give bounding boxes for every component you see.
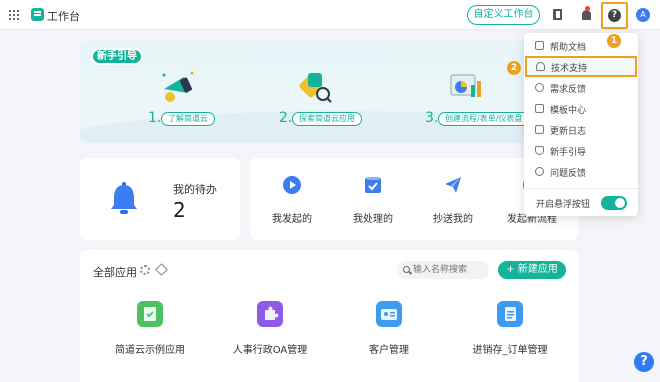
action-label: 我处理的: [353, 214, 393, 225]
app-name: 进销存_订单管理: [472, 345, 548, 356]
help-icon[interactable]: ?: [608, 9, 621, 22]
new-app-button[interactable]: + 新建应用: [498, 261, 566, 279]
action-label: 抄送我的: [433, 214, 473, 225]
todo-label: 我的待办: [173, 183, 217, 196]
float-button-toggle-label: 开启悬浮按钮: [536, 200, 591, 210]
app-tile[interactable]: 人事行政OA管理: [220, 301, 320, 356]
menu-item-label: 更新日志: [550, 127, 587, 137]
notebook-icon[interactable]: [551, 8, 565, 22]
customize-workspace-button[interactable]: 自定义工作台: [467, 5, 540, 25]
all-apps-title: 全部应用: [93, 266, 137, 279]
handled-by-me-button[interactable]: 我处理的: [343, 176, 403, 225]
check-inbox-icon: [365, 177, 381, 193]
menu-item-feature-request[interactable]: 需求反馈: [524, 78, 638, 99]
step-label[interactable]: 探索简道云应用: [292, 112, 362, 126]
step-number: 2.: [279, 110, 293, 126]
guide-step-1[interactable]: 1. 了解简道云: [148, 63, 288, 143]
app-id-card-icon: [376, 301, 402, 327]
app-puzzle-icon: [257, 301, 283, 327]
menu-item-label: 新手引导: [550, 148, 587, 158]
explore-magnifier-icon: [299, 73, 332, 103]
floating-help-button[interactable]: ?: [634, 352, 654, 372]
float-button-toggle[interactable]: [601, 196, 627, 210]
play-icon: [283, 176, 301, 194]
app-search-input[interactable]: [397, 261, 489, 279]
search-icon: [403, 266, 410, 273]
bell-icon: [111, 182, 137, 214]
book-icon: [535, 41, 544, 50]
headset-icon: [536, 62, 545, 71]
send-plane-icon: [445, 177, 461, 193]
initiated-by-me-button[interactable]: 我发起的: [262, 176, 322, 225]
menu-item-issue-report[interactable]: 问题反馈: [524, 162, 638, 183]
app-check-icon: [137, 301, 163, 327]
settings-gear-icon[interactable]: [140, 265, 150, 275]
app-title: 工作台: [47, 10, 80, 23]
step-label[interactable]: 创建流程/表单/仪表盘: [438, 112, 530, 126]
menu-item-label: 技术支持: [551, 64, 588, 74]
app-document-icon: [497, 301, 523, 327]
top-bar: 工作台 自定义工作台 ? A: [0, 0, 660, 30]
tag-icon[interactable]: [155, 263, 168, 276]
user-avatar[interactable]: A: [636, 8, 650, 22]
annotation-marker-2: 2: [507, 61, 521, 75]
annotation-marker-1: 1: [607, 34, 621, 48]
app-name: 客户管理: [369, 345, 409, 356]
all-apps-card: 全部应用 + 新建应用 简道云示例应用 人事行政OA管理 客户管理 进销存_订单…: [80, 250, 578, 382]
help-dropdown-menu: 帮助文档 技术支持 需求反馈 模板中心 更新日志 新手引导 问题反馈 开启悬浮按…: [524, 33, 638, 216]
app-tile[interactable]: 简道云示例应用: [100, 301, 200, 356]
onboarding-guide-banner: 新手引导 1. 了解简道云 2. 探索简道云应用 3. 创建流程/表单/仪表盘: [80, 41, 578, 143]
my-todo-card[interactable]: 我的待办 2: [80, 158, 240, 240]
app-tile[interactable]: 进销存_订单管理: [460, 301, 560, 356]
step-label[interactable]: 了解简道云: [161, 112, 215, 126]
doc-icon: [535, 125, 544, 134]
guide-badge: 新手引导: [91, 48, 143, 65]
menu-item-label: 模板中心: [550, 106, 587, 116]
apps-grid-icon[interactable]: [9, 10, 19, 20]
menu-item-label: 问题反馈: [550, 169, 587, 179]
menu-item-label: 帮助文档: [550, 43, 587, 53]
app-tile[interactable]: 客户管理: [339, 301, 439, 356]
megaphone-rocket-icon: [162, 71, 194, 102]
menu-item-label: 需求反馈: [550, 85, 587, 95]
dashboard-chart-icon: [450, 74, 481, 97]
app-name: 人事行政OA管理: [232, 345, 308, 356]
app-name: 简道云示例应用: [115, 345, 185, 356]
smile-icon: [535, 167, 544, 176]
menu-item-template-center[interactable]: 模板中心: [524, 99, 638, 120]
notification-dot: [585, 6, 590, 11]
step-number: 3.: [425, 110, 439, 126]
cc-to-me-button[interactable]: 抄送我的: [423, 176, 483, 225]
guide-step-2[interactable]: 2. 探索简道云应用: [279, 63, 419, 143]
grid-icon: [535, 104, 544, 113]
step-number: 1.: [148, 110, 162, 126]
menu-item-tech-support[interactable]: 技术支持: [525, 56, 637, 77]
chat-icon: [535, 83, 544, 92]
menu-divider: [524, 188, 638, 189]
menu-item-beginner-guide[interactable]: 新手引导: [524, 141, 638, 162]
workspace-logo-icon: [31, 8, 44, 21]
action-label: 我发起的: [272, 214, 312, 225]
trophy-icon: [535, 146, 544, 155]
menu-item-changelog[interactable]: 更新日志: [524, 120, 638, 141]
todo-count: 2: [173, 198, 186, 222]
